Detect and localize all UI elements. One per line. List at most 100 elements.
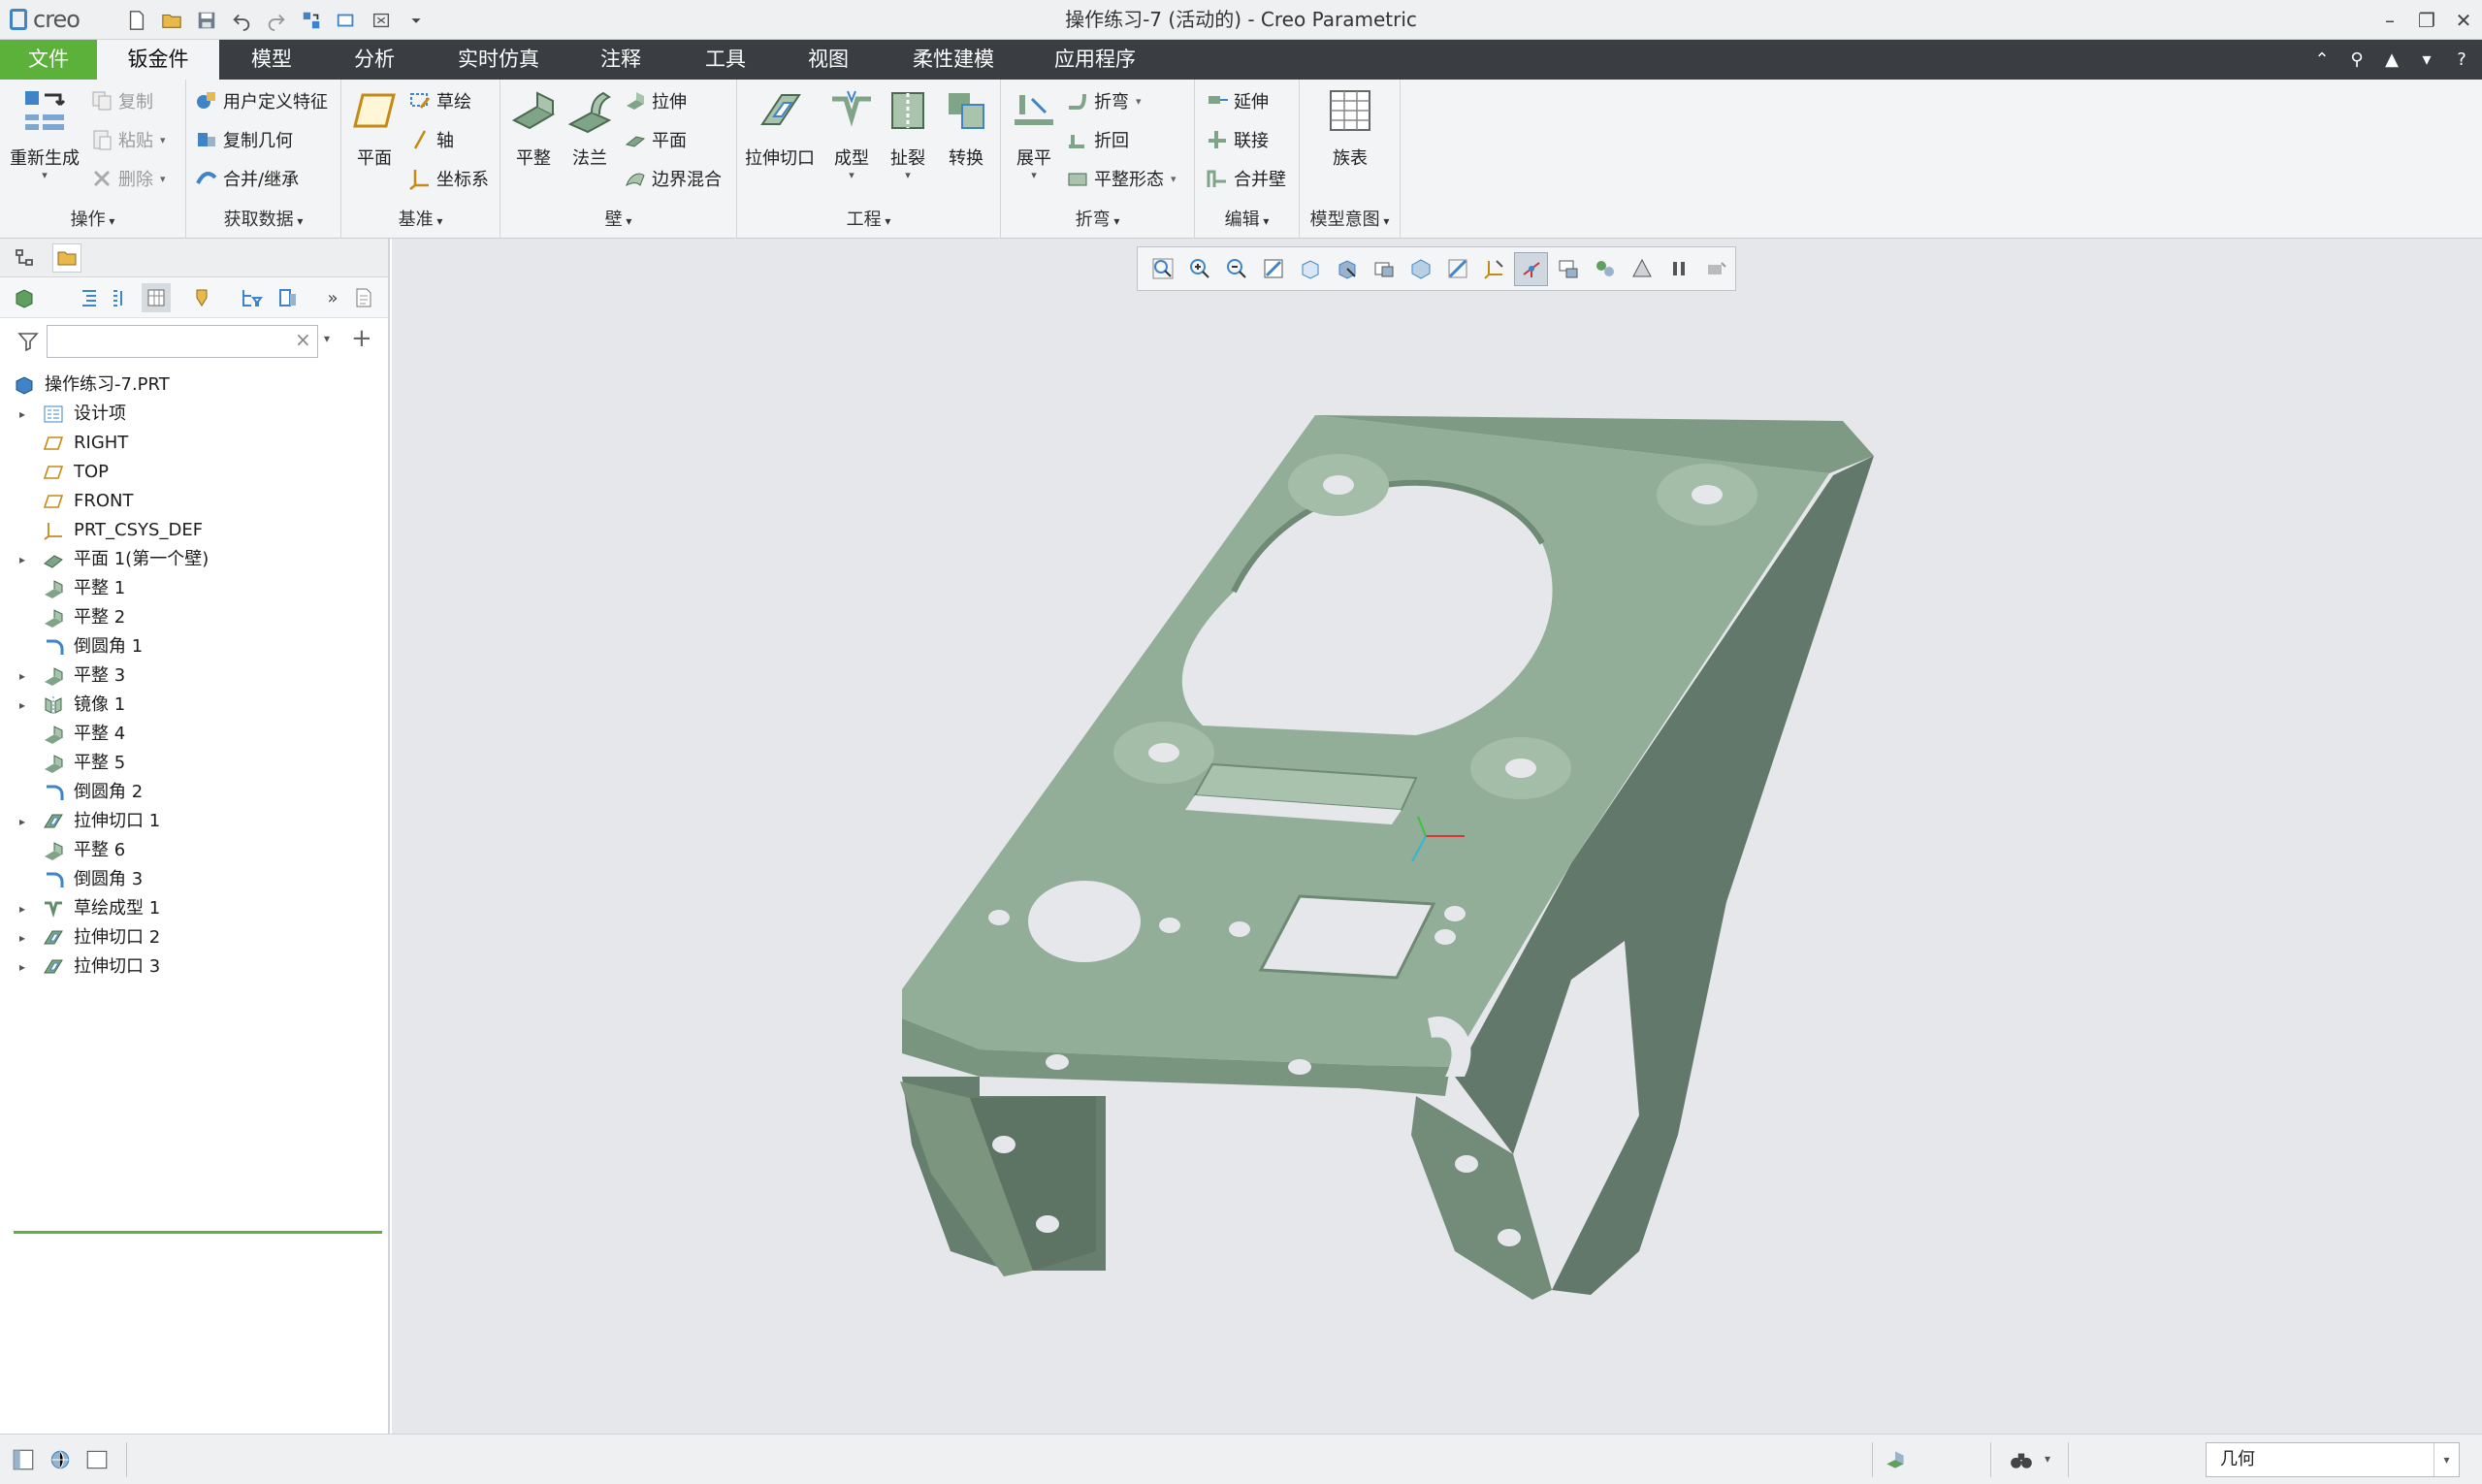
stop-animation-button[interactable] [1698, 252, 1732, 286]
insert-here-marker[interactable] [14, 1231, 382, 1234]
windows-button[interactable] [332, 7, 361, 34]
search-icon[interactable]: ⚲ [2344, 49, 2369, 70]
csys-button[interactable]: 坐标系 [407, 163, 489, 194]
tree-settings-button[interactable] [274, 283, 303, 312]
tree-item[interactable]: TOP [0, 458, 388, 487]
tree-item[interactable]: 倒圆角 3 [0, 865, 388, 894]
boundary-blend-button[interactable]: 边界混合 [623, 163, 722, 194]
join-button[interactable]: 联接 [1205, 124, 1269, 155]
repaint-button[interactable] [1256, 252, 1290, 286]
tree-search-input[interactable] [47, 325, 318, 358]
convert-button[interactable]: 转换 [937, 85, 995, 170]
extrude-cut-button[interactable]: 拉伸切口 [741, 85, 819, 170]
chevron-down-icon[interactable]: ▾ [2045, 1452, 2050, 1466]
tree-item[interactable]: ▸ 草绘成型 1 [0, 894, 388, 923]
flat-state-button[interactable]: 平整形态 ▾ [1065, 163, 1177, 194]
refit-button[interactable] [1145, 252, 1179, 286]
expand-arrow-icon[interactable]: ▸ [19, 923, 33, 952]
tree-item[interactable]: 倒圆角 2 [0, 778, 388, 807]
sheetmetal-part-model[interactable] [873, 398, 1891, 1300]
rip-button[interactable]: 扯裂 ▾ [879, 85, 937, 181]
chevron-down-icon[interactable]: ▾ [2414, 49, 2439, 70]
add-filter-icon[interactable]: + [351, 324, 372, 353]
datum-plane-button[interactable]: 平面 [345, 85, 403, 170]
sketch-button[interactable]: 草绘 [407, 85, 471, 116]
tree-item[interactable]: ▸ 拉伸切口 3 [0, 952, 388, 982]
tree-item[interactable]: FRONT [0, 487, 388, 516]
tab-analysis[interactable]: 分析 [336, 40, 413, 80]
bend-back-button[interactable]: 折回 [1065, 124, 1129, 155]
close-button[interactable]: ✕ [2445, 0, 2482, 40]
minimize-button[interactable]: – [2371, 0, 2408, 40]
extend-button[interactable]: 延伸 [1205, 85, 1269, 116]
tree-item[interactable]: ▸ 设计项 [0, 400, 388, 429]
section-button[interactable] [1440, 252, 1474, 286]
group-label-wall[interactable]: 壁 [500, 208, 736, 233]
tree-item[interactable]: 平整 5 [0, 749, 388, 778]
tree-columns-button[interactable] [142, 283, 171, 312]
tree-item[interactable]: ▸ 平整 3 [0, 661, 388, 691]
tab-flexible-modeling[interactable]: 柔性建模 [896, 40, 1011, 80]
tree-item[interactable]: 平整 2 [0, 603, 388, 632]
tab-sheetmetal[interactable]: 钣金件 [97, 40, 219, 80]
new-file-button[interactable] [122, 7, 151, 34]
tree-item[interactable]: ▸ 拉伸切口 1 [0, 807, 388, 836]
group-label-editing[interactable]: 编辑 [1195, 208, 1299, 233]
expand-arrow-icon[interactable]: ▸ [19, 952, 33, 982]
group-label-model-intent[interactable]: 模型意图 [1300, 208, 1400, 233]
udf-button[interactable]: 用户定义特征 [194, 85, 328, 116]
saved-orientations-button[interactable] [1330, 252, 1364, 286]
collapse-ribbon-icon[interactable]: ⌃ [2309, 49, 2335, 70]
selection-filter-select[interactable]: 几何 ▾ [2206, 1442, 2460, 1477]
zoom-in-button[interactable] [1182, 252, 1216, 286]
folder-browser-tab[interactable] [52, 243, 81, 273]
tree-item[interactable]: 倒圆角 1 [0, 632, 388, 661]
paste-button[interactable]: 粘贴 ▾ [89, 124, 166, 155]
clear-search-icon[interactable]: × [295, 328, 311, 351]
regenerate-quick-button[interactable] [297, 7, 326, 34]
display-style-button[interactable] [1293, 252, 1327, 286]
regeneration-status-icon[interactable] [1880, 1444, 1911, 1475]
tab-file[interactable]: 文件 [0, 40, 97, 80]
tree-item[interactable]: 平整 1 [0, 574, 388, 603]
group-label-bends[interactable]: 折弯 [1001, 208, 1194, 233]
customize-qat-button[interactable] [402, 7, 431, 34]
tab-tools[interactable]: 工具 [687, 40, 764, 80]
group-label-operations[interactable]: 操作 [0, 208, 185, 233]
tree-item[interactable]: 平整 4 [0, 720, 388, 749]
expand-arrow-icon[interactable]: ▸ [19, 545, 33, 574]
undo-button[interactable] [227, 7, 256, 34]
pause-button[interactable] [1661, 252, 1695, 286]
model-tree-tab[interactable] [10, 243, 39, 273]
unbend-button[interactable]: 展平 ▾ [1005, 85, 1063, 181]
merge-walls-button[interactable]: 合并壁 [1205, 163, 1286, 194]
zoom-out-button[interactable] [1219, 252, 1253, 286]
tree-item[interactable]: PRT_CSYS_DEF [0, 516, 388, 545]
open-file-button[interactable] [157, 7, 186, 34]
expand-arrow-icon[interactable]: ▸ [19, 691, 33, 720]
tab-live-simulation[interactable]: 实时仿真 [444, 40, 553, 80]
spin-center-button[interactable] [1514, 251, 1548, 286]
group-label-datum[interactable]: 基准 [341, 208, 500, 233]
tree-options-button[interactable] [349, 283, 378, 312]
tree-filters-button[interactable] [237, 283, 266, 312]
datum-display-button[interactable] [1477, 252, 1511, 286]
merge-inherit-button[interactable]: 合并/继承 [194, 163, 299, 194]
tree-item[interactable]: 平整 6 [0, 836, 388, 865]
show-part-button[interactable] [10, 283, 39, 312]
flange-wall-button[interactable]: 法兰 [561, 85, 619, 170]
tab-applications[interactable]: 应用程序 [1038, 40, 1152, 80]
copy-button[interactable]: 复制 [89, 85, 153, 116]
expand-arrow-icon[interactable]: ▸ [19, 661, 33, 691]
expand-arrow-icon[interactable]: ▸ [19, 807, 33, 836]
bend-button[interactable]: 折弯 ▾ [1065, 85, 1142, 116]
tab-annotate[interactable]: 注释 [582, 40, 660, 80]
help-icon[interactable]: ? [2449, 49, 2474, 70]
family-table-button[interactable]: 族表 [1313, 85, 1387, 170]
navigator-toggle-button[interactable] [8, 1444, 39, 1475]
planar-wall-button[interactable]: 平面 [623, 124, 687, 155]
more-tools-button[interactable]: » [318, 283, 347, 312]
find-button[interactable] [2006, 1444, 2037, 1475]
chevron-down-icon[interactable]: ▾ [324, 332, 330, 345]
delete-button[interactable]: 删除 ▾ [89, 163, 166, 194]
